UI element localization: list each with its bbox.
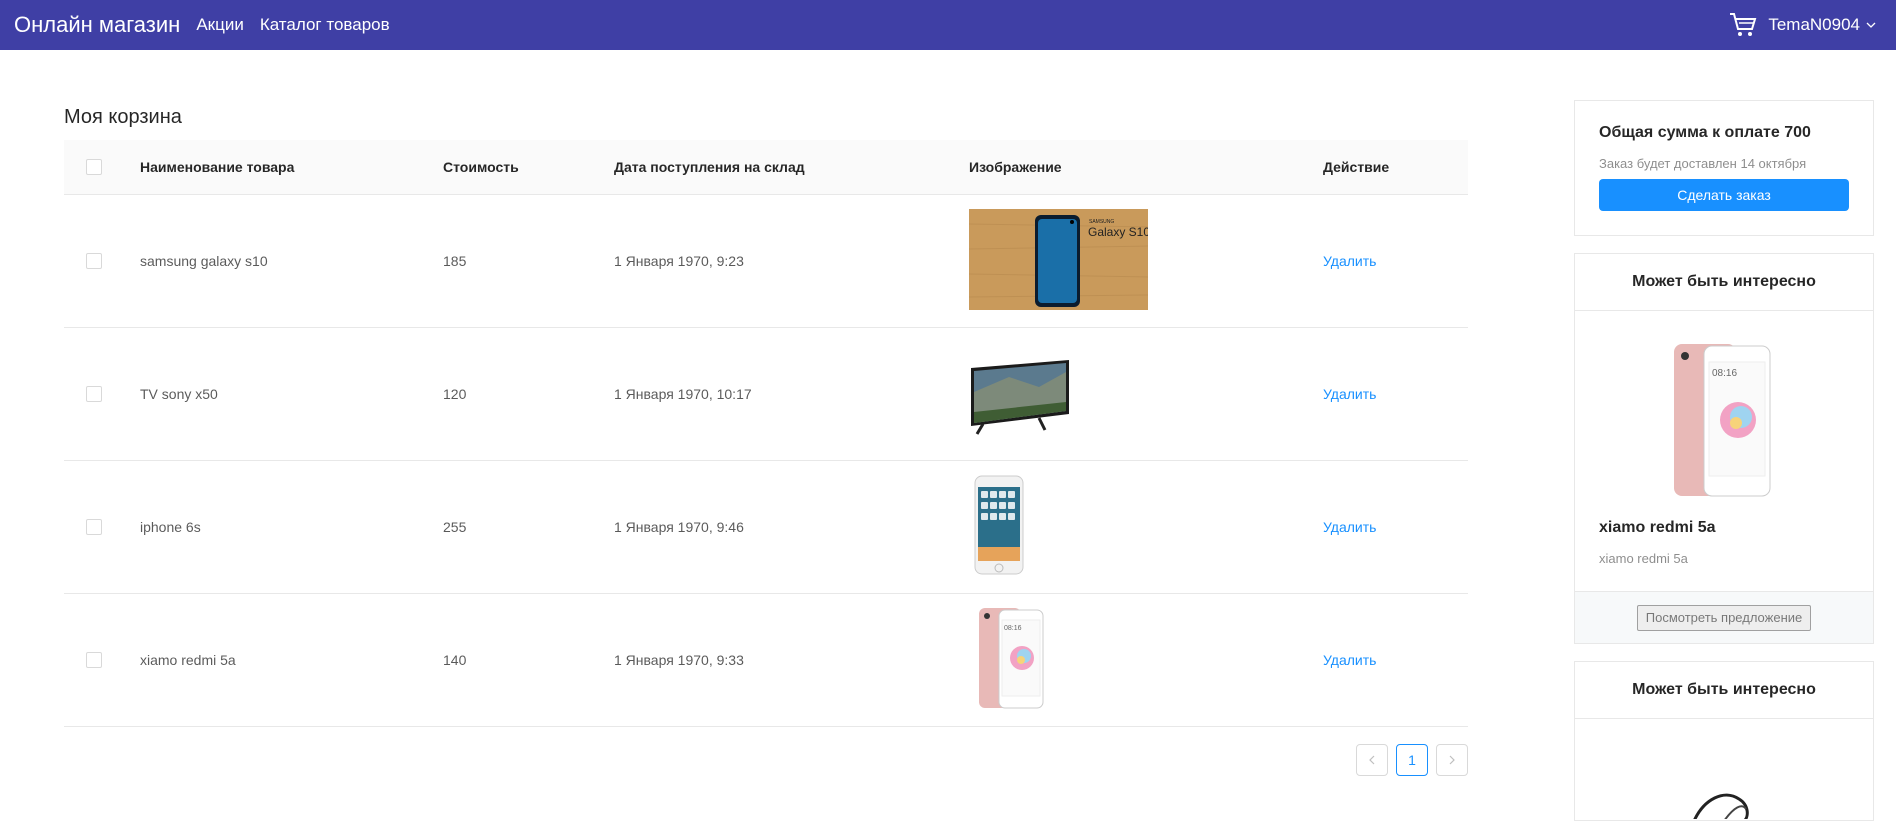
pagination: 1 [1356, 744, 1468, 776]
product-price: 185 [443, 194, 614, 328]
column-header-date: Дата поступления на склад [614, 140, 969, 195]
page-title: Моя корзина [64, 106, 182, 128]
table-row: samsung galaxy s10 185 1 Января 1970, 9:… [64, 194, 1468, 328]
recommendation-card: Может быть интересно [1574, 661, 1874, 821]
product-date: 1 Января 1970, 9:46 [614, 460, 969, 594]
samsung-galaxy-s10-image: SAMSUNG Galaxy S10 [968, 208, 1150, 310]
chevron-left-icon [1369, 755, 1375, 765]
column-header-price: Стоимость [443, 140, 614, 195]
cart-table: Наименование товара Стоимость Дата посту… [64, 140, 1468, 727]
select-all-checkbox[interactable] [86, 159, 102, 176]
top-navbar: Онлайн магазин Акции Каталог товаров Tem… [0, 0, 1896, 50]
column-header-name: Наименование товара [140, 140, 443, 195]
nav-link-catalog[interactable]: Каталог товаров [260, 15, 390, 35]
table-row: iphone 6s 255 1 Января 1970, 9:46 Удалит… [64, 460, 1468, 594]
delete-link[interactable]: Удалить [1323, 253, 1376, 269]
recommendation-title: Может быть интересно [1575, 662, 1873, 719]
chevron-down-icon[interactable] [1866, 20, 1876, 30]
table-row: TV sony x50 120 1 Января 1970, 10:17 Уда… [64, 327, 1468, 461]
chevron-right-icon [1449, 755, 1455, 765]
recommendation-description: xiamo redmi 5a [1599, 551, 1688, 566]
recommendation-title: Может быть интересно [1575, 254, 1873, 311]
product-name: iphone 6s [140, 460, 443, 594]
sony-tv-image [971, 360, 1069, 435]
cart-section: Моя корзина Наименование товара Стоимост… [64, 100, 1468, 776]
username[interactable]: TemaN0904 [1768, 15, 1860, 35]
product-date: 1 Января 1970, 10:17 [614, 327, 969, 461]
page-1-button[interactable]: 1 [1396, 744, 1428, 776]
recommendation-name: xiamo redmi 5a [1599, 519, 1716, 536]
column-header-image: Изображение [969, 140, 1323, 195]
product-date: 1 Января 1970, 9:33 [614, 593, 969, 727]
product-price: 255 [443, 460, 614, 594]
sidebar: Общая сумма к оплате 700 Заказ будет дос… [1574, 100, 1874, 821]
table-header-row: Наименование товара Стоимость Дата посту… [64, 140, 1468, 195]
user-menu[interactable]: TemaN0904 [1728, 0, 1876, 50]
product-price: 140 [443, 593, 614, 727]
redmi-image: 08:16 [979, 608, 1044, 709]
order-summary-card: Общая сумма к оплате 700 Заказ будет дос… [1574, 100, 1874, 236]
table-row: xiamo redmi 5a 140 1 Января 1970, 9:33 0… [64, 593, 1468, 727]
product-name: xiamo redmi 5a [140, 593, 443, 727]
column-header-action: Действие [1323, 140, 1468, 195]
svg-text:08:16: 08:16 [1004, 625, 1022, 632]
svg-text:08:16: 08:16 [1712, 368, 1737, 379]
iphone-image [974, 475, 1024, 575]
redmi-recommendation-image: 08:16 [1674, 344, 1771, 497]
delete-link[interactable]: Удалить [1323, 519, 1376, 535]
prev-page-button[interactable] [1356, 744, 1388, 776]
nav-link-promotions[interactable]: Акции [196, 15, 244, 35]
product-name: samsung galaxy s10 [140, 194, 443, 328]
product-name: TV sony x50 [140, 327, 443, 461]
product-price: 120 [443, 327, 614, 461]
brand-link[interactable]: Онлайн магазин [14, 12, 180, 38]
next-page-button[interactable] [1436, 744, 1468, 776]
row-checkbox[interactable] [86, 652, 102, 669]
place-order-button[interactable]: Сделать заказ [1599, 179, 1849, 211]
svg-text:Galaxy S10: Galaxy S10 [1088, 225, 1148, 239]
recommendation-card: Может быть интересно 08:16 xiamo redmi 5… [1574, 253, 1874, 644]
cart-icon[interactable] [1728, 10, 1758, 40]
row-checkbox[interactable] [86, 519, 102, 536]
view-offer-button[interactable]: Посмотреть предложение [1636, 604, 1812, 631]
row-checkbox[interactable] [86, 253, 102, 270]
row-checkbox[interactable] [86, 386, 102, 403]
order-total: Общая сумма к оплате 700 [1599, 124, 1811, 141]
delete-link[interactable]: Удалить [1323, 652, 1376, 668]
delete-link[interactable]: Удалить [1323, 386, 1376, 402]
delivery-date: Заказ будет доставлен 14 октября [1599, 156, 1807, 171]
headphones-image [1693, 793, 1749, 819]
product-date: 1 Января 1970, 9:23 [614, 194, 969, 328]
